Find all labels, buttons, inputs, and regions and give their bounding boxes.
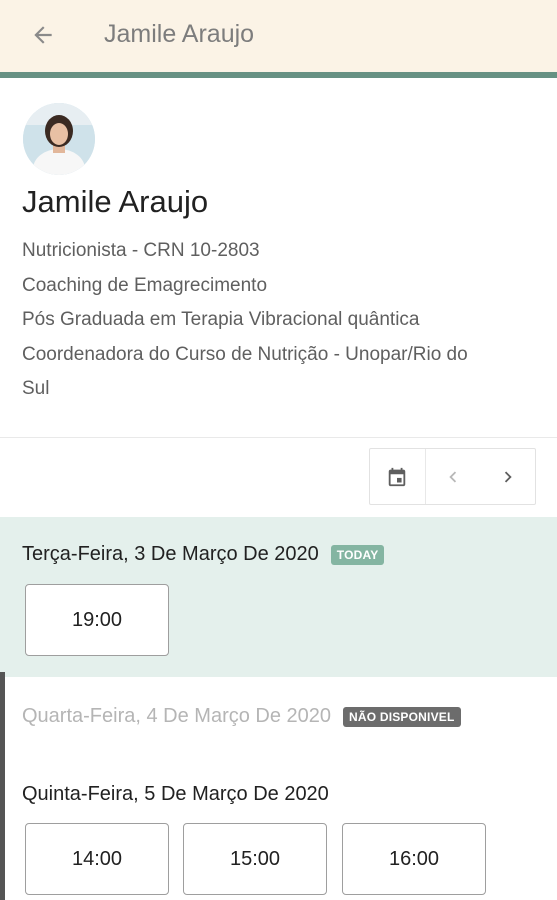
profile-name: Jamile Araujo (22, 184, 209, 219)
app-bar: Jamile Araujo (0, 0, 557, 78)
bio-line: Nutricionista - CRN 10-2803 (22, 240, 260, 261)
bio-line: Coaching de Emagrecimento (22, 274, 268, 296)
day-header: Quarta-Feira, 4 De Março De 2020 NÃO DIS… (22, 705, 461, 728)
previous-week-button[interactable] (424, 449, 481, 504)
profile-section: Jamile Araujo Nutricionista - CRN 10-280… (0, 78, 557, 438)
time-slot[interactable]: 19:00 (25, 584, 169, 656)
calendar-nav (369, 448, 536, 505)
day-title: Quinta-Feira, 5 De Março De 2020 (22, 783, 329, 805)
day-header: Quinta-Feira, 5 De Março De 2020 (22, 783, 329, 806)
day-title: Terça-Feira, 3 De Março De 2020 (22, 543, 319, 565)
bio-line: Sul (22, 378, 50, 399)
day-section-today: Terça-Feira, 3 De Março De 2020 TODAY 19… (0, 517, 557, 677)
back-button[interactable] (22, 16, 64, 54)
calendar-icon (389, 467, 406, 486)
chevron-right-icon (504, 471, 512, 482)
divider (0, 437, 557, 438)
page-title: Jamile Araujo (104, 20, 255, 48)
avatar (23, 103, 95, 175)
chevron-left-icon (449, 471, 457, 482)
today-badge: TODAY (330, 544, 385, 565)
time-slot[interactable]: 15:00 (183, 823, 327, 895)
day-header: Terça-Feira, 3 De Março De 2020 TODAY (22, 543, 385, 566)
bio-line: Pós Graduada em Terapia Vibracional quân… (22, 309, 420, 330)
bio-line: Coordenadora do Curso de Nutrição - Unop… (22, 343, 468, 365)
day-title: Quarta-Feira, 4 De Março De 2020 (22, 705, 332, 727)
arrow-left-icon (34, 26, 52, 44)
unavailable-badge: NÃO DISPONIVEL (343, 706, 461, 727)
time-slot[interactable]: 14:00 (25, 823, 169, 895)
calendar-button[interactable] (370, 449, 425, 504)
profile-bio: Nutricionista - CRN 10-2803 Coaching de … (22, 234, 542, 407)
next-week-button[interactable] (480, 449, 535, 504)
time-slot[interactable]: 16:00 (342, 823, 486, 895)
scroll-indicator (0, 672, 5, 900)
